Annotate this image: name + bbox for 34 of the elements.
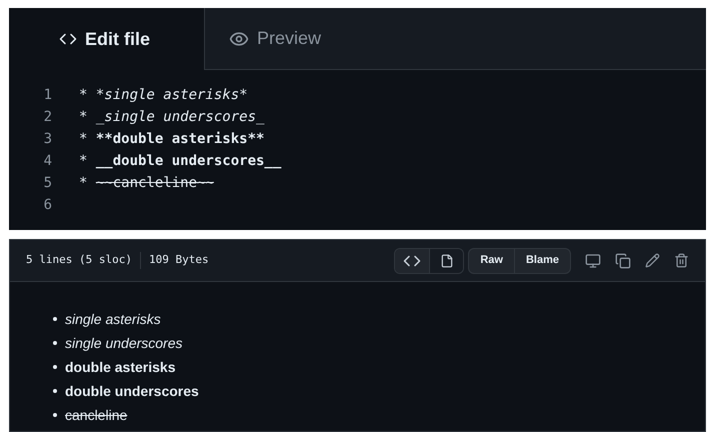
- editor-tab[interactable]: Edit file: [9, 8, 205, 70]
- view-toggle[interactable]: [429, 248, 464, 272]
- file-icon: [440, 254, 454, 268]
- copy-icon[interactable]: [615, 252, 631, 268]
- code-line: * __double underscores__: [79, 152, 282, 171]
- code-line: * **double asterisks**: [79, 130, 264, 149]
- file-button[interactable]: Raw: [469, 248, 514, 272]
- file-button[interactable]: Blame: [514, 248, 570, 272]
- line-number: 5: [42, 174, 53, 193]
- monitor-icon[interactable]: [585, 252, 601, 268]
- list-item: single underscores: [65, 334, 183, 353]
- bullet-icon: [53, 389, 57, 393]
- edit-icon[interactable]: [645, 253, 660, 268]
- line-number: 1: [42, 86, 53, 105]
- code-line: * ~~cancleline~~: [79, 174, 214, 193]
- line-number: 4: [42, 152, 53, 171]
- bullet-icon: [53, 341, 57, 345]
- bullet-icon: [53, 317, 57, 321]
- list-item: cancleline: [65, 406, 128, 425]
- view-toggle[interactable]: [395, 248, 430, 272]
- list-item: double underscores: [65, 382, 199, 401]
- code-line: * _single underscores_: [79, 108, 264, 127]
- list-item: single asterisks: [65, 310, 161, 329]
- line-number: 6: [42, 196, 53, 215]
- editor-tab[interactable]: Preview: [205, 8, 346, 69]
- delete-icon[interactable]: [674, 253, 689, 268]
- code-line: * *single asterisks*: [79, 86, 248, 105]
- line-number: 3: [42, 130, 53, 149]
- line-number: 2: [42, 108, 53, 127]
- list-item: double asterisks: [65, 358, 176, 377]
- bullet-icon: [53, 413, 57, 417]
- file-info: 109 Bytes: [140, 252, 209, 269]
- bullet-icon: [53, 365, 57, 369]
- file-info: 5 lines (5 sloc): [26, 252, 132, 268]
